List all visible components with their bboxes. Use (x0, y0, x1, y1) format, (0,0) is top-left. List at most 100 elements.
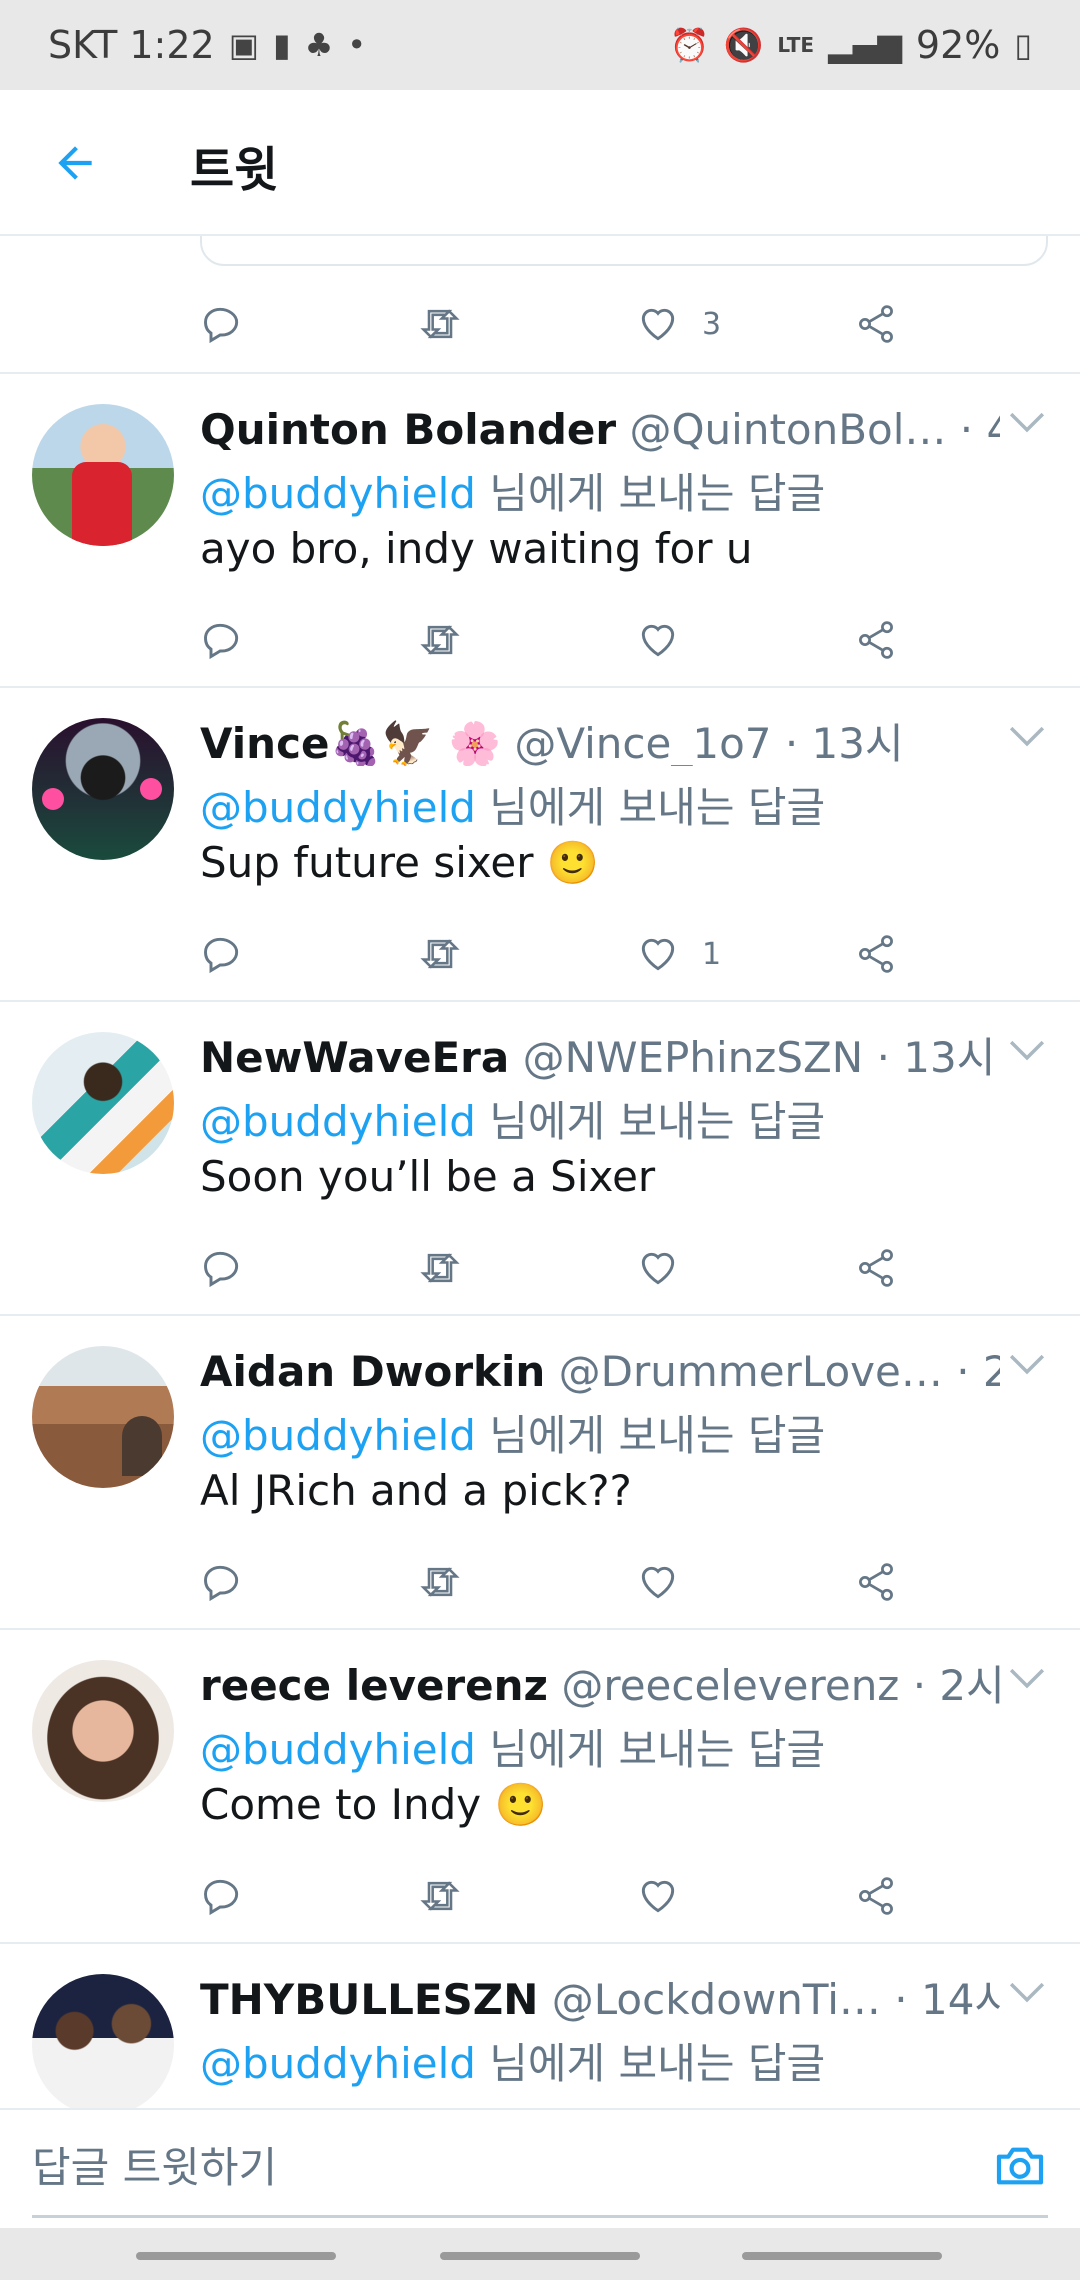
tweet-actions (200, 1238, 920, 1298)
chevron-down-icon[interactable] (1008, 724, 1046, 748)
chevron-down-icon[interactable] (1008, 1352, 1046, 1376)
heart-icon (641, 624, 675, 657)
home-button[interactable] (440, 2252, 640, 2260)
tweet-actions (200, 610, 920, 670)
reply-button[interactable] (200, 1238, 244, 1298)
heart-icon (641, 1566, 675, 1599)
reply-button[interactable] (200, 924, 244, 984)
mention-link[interactable]: @buddyhield (200, 783, 476, 832)
reply-input[interactable]: 답글 트윗하기 (32, 2128, 1048, 2218)
reply-icon (204, 937, 239, 974)
user-handle[interactable]: @Vince_1o7 (514, 719, 771, 766)
user-handle[interactable]: @LockdownTi… (552, 1975, 881, 2022)
like-button[interactable] (636, 1238, 702, 1298)
avatar[interactable] (32, 718, 174, 860)
tweet-header: Aidan Dworkin @DrummerLove… · 2시 (200, 1338, 1000, 1394)
reply-button[interactable] (200, 1552, 244, 1612)
reply-tweet[interactable]: Aidan Dworkin @DrummerLove… · 2시 @buddyh… (0, 1314, 1080, 1630)
retweet-button[interactable] (418, 1866, 462, 1926)
avatar[interactable] (32, 1660, 174, 1802)
mention-link[interactable]: @buddyhield (200, 1725, 476, 1774)
avatar[interactable] (32, 1974, 174, 2108)
user-handle[interactable]: @NWEPhinzSZN (523, 1033, 864, 1080)
alarm-icon: ⏰ (669, 26, 710, 64)
display-name[interactable]: reece leverenz (200, 1661, 548, 1708)
mention-link[interactable]: @buddyhield (200, 1411, 476, 1460)
reply-icon (204, 1251, 239, 1288)
camera-icon[interactable] (992, 2138, 1048, 2194)
chevron-down-icon[interactable] (1008, 1980, 1046, 2004)
tweet-header: THYBULLESZN @LockdownTi… · 14시 (200, 1966, 1000, 2022)
display-name[interactable]: Aidan Dworkin (200, 1347, 545, 1394)
app-icon: ♣ (304, 26, 334, 64)
user-handle[interactable]: @QuintonBol… (629, 405, 946, 452)
like-button[interactable]: 1 (636, 924, 721, 984)
retweet-button[interactable] (418, 294, 462, 354)
share-icon (859, 305, 893, 343)
previous-tweet-actions: 3 (200, 294, 920, 354)
reply-button[interactable] (200, 1866, 244, 1926)
share-button[interactable] (854, 1238, 898, 1298)
share-icon (859, 621, 893, 659)
chevron-down-icon[interactable] (1008, 1038, 1046, 1062)
tweet-text: Sup future sixer 🙂 (200, 838, 600, 887)
previous-tweet-card[interactable] (200, 236, 1048, 266)
reply-icon (204, 307, 239, 344)
share-button[interactable] (854, 1866, 898, 1926)
avatar[interactable] (32, 404, 174, 546)
chevron-down-icon[interactable] (1008, 1666, 1046, 1690)
timestamp: · 2시 (956, 1347, 1000, 1394)
share-button[interactable] (854, 294, 898, 354)
mention-link[interactable]: @buddyhield (200, 2039, 476, 2088)
mention-link[interactable]: @buddyhield (200, 1097, 476, 1146)
display-name[interactable]: NewWaveEra (200, 1033, 509, 1080)
retweet-button[interactable] (418, 1552, 462, 1612)
arrow-left-icon[interactable] (50, 138, 100, 188)
reply-tweet[interactable]: THYBULLESZN @LockdownTi… · 14시 @buddyhie… (0, 1942, 1080, 2108)
avatar[interactable] (32, 1346, 174, 1488)
share-button[interactable] (854, 1552, 898, 1612)
display-name[interactable]: THYBULLESZN (200, 1975, 538, 2022)
retweet-button[interactable] (418, 1238, 462, 1298)
timestamp: · 13시 (784, 719, 904, 766)
like-button[interactable] (636, 1552, 702, 1612)
display-name[interactable]: Vince🍇🦅 🌸 (200, 719, 501, 766)
display-name[interactable]: Quinton Bolander (200, 405, 616, 452)
reply-tweet[interactable]: Vince🍇🦅 🌸 @Vince_1o7 · 13시 @buddyhield 님… (0, 686, 1080, 1002)
image-icon: ▣ (228, 26, 259, 64)
reply-button[interactable] (200, 610, 244, 670)
like-button[interactable] (636, 610, 702, 670)
reply-to-label: 님에게 보내는 답글 (475, 469, 826, 518)
battery-level: 92% (915, 23, 1001, 67)
timestamp: · 13시 (876, 1033, 996, 1080)
like-button[interactable] (636, 1866, 702, 1926)
reply-context: @buddyhield 님에게 보내는 답글 (200, 460, 825, 521)
system-navigation-bar (0, 2228, 1080, 2280)
retweet-icon (420, 1567, 460, 1597)
reply-to-label: 님에게 보내는 답글 (475, 783, 826, 832)
retweet-button[interactable] (418, 610, 462, 670)
mute-icon: 🔇 (723, 26, 764, 64)
chevron-down-icon[interactable] (1008, 410, 1046, 434)
reply-context: @buddyhield 님에게 보내는 답글 (200, 1716, 825, 1777)
reply-feed[interactable]: 3 Quinton Bolander @QuintonBol… · 4시 @bu… (0, 236, 1080, 2108)
reply-tweet[interactable]: NewWaveEra @NWEPhinzSZN · 13시 @buddyhiel… (0, 1000, 1080, 1316)
heart-icon (641, 938, 675, 971)
reply-button[interactable] (200, 294, 244, 354)
retweet-icon (420, 309, 460, 339)
recents-button[interactable] (136, 2252, 336, 2260)
avatar[interactable] (32, 1032, 174, 1174)
tweet-actions (200, 1866, 920, 1926)
like-button[interactable]: 3 (636, 294, 721, 354)
tweet-actions: 1 (200, 924, 920, 984)
share-button[interactable] (854, 610, 898, 670)
reply-tweet[interactable]: Quinton Bolander @QuintonBol… · 4시 @budd… (0, 372, 1080, 688)
user-handle[interactable]: @reeceleverenz (561, 1661, 899, 1708)
retweet-button[interactable] (418, 924, 462, 984)
mention-link[interactable]: @buddyhield (200, 469, 476, 518)
reply-tweet[interactable]: reece leverenz @reeceleverenz · 2시 @budd… (0, 1628, 1080, 1944)
user-handle[interactable]: @DrummerLove… (559, 1347, 943, 1394)
dot-icon: • (347, 26, 367, 64)
share-button[interactable] (854, 924, 898, 984)
back-button[interactable] (742, 2252, 942, 2260)
